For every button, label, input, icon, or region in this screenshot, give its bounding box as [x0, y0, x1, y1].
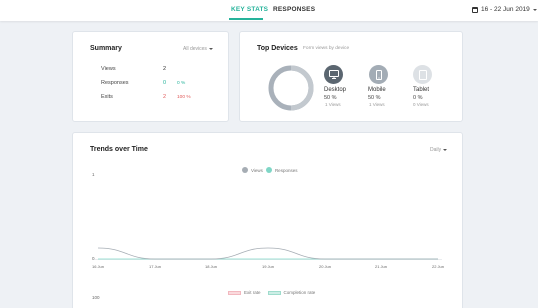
legend-label-completion-rate[interactable]: Completion rate	[284, 290, 316, 295]
x-tick: 18 Jun	[204, 264, 218, 269]
x-tick: 22 Jun	[431, 264, 445, 269]
x-tick: 20 Jun	[318, 264, 332, 269]
trend-line-chart	[94, 247, 442, 260]
legend-swatch-completion-rate	[267, 290, 281, 295]
series-line-views	[97, 247, 438, 260]
x-tick: 17 Jun	[148, 264, 162, 269]
x-tick: 16 Jun	[91, 264, 105, 269]
x-tick: 19 Jun	[261, 264, 275, 269]
lower-chart-legend: Exit rate Completion rate	[228, 290, 315, 295]
x-tick: 21 Jun	[374, 264, 388, 269]
legend-swatch-exit-rate	[228, 290, 241, 295]
legend-label-exit-rate[interactable]: Exit rate	[244, 290, 261, 295]
lower-y-tick-top: 100	[92, 295, 100, 300]
